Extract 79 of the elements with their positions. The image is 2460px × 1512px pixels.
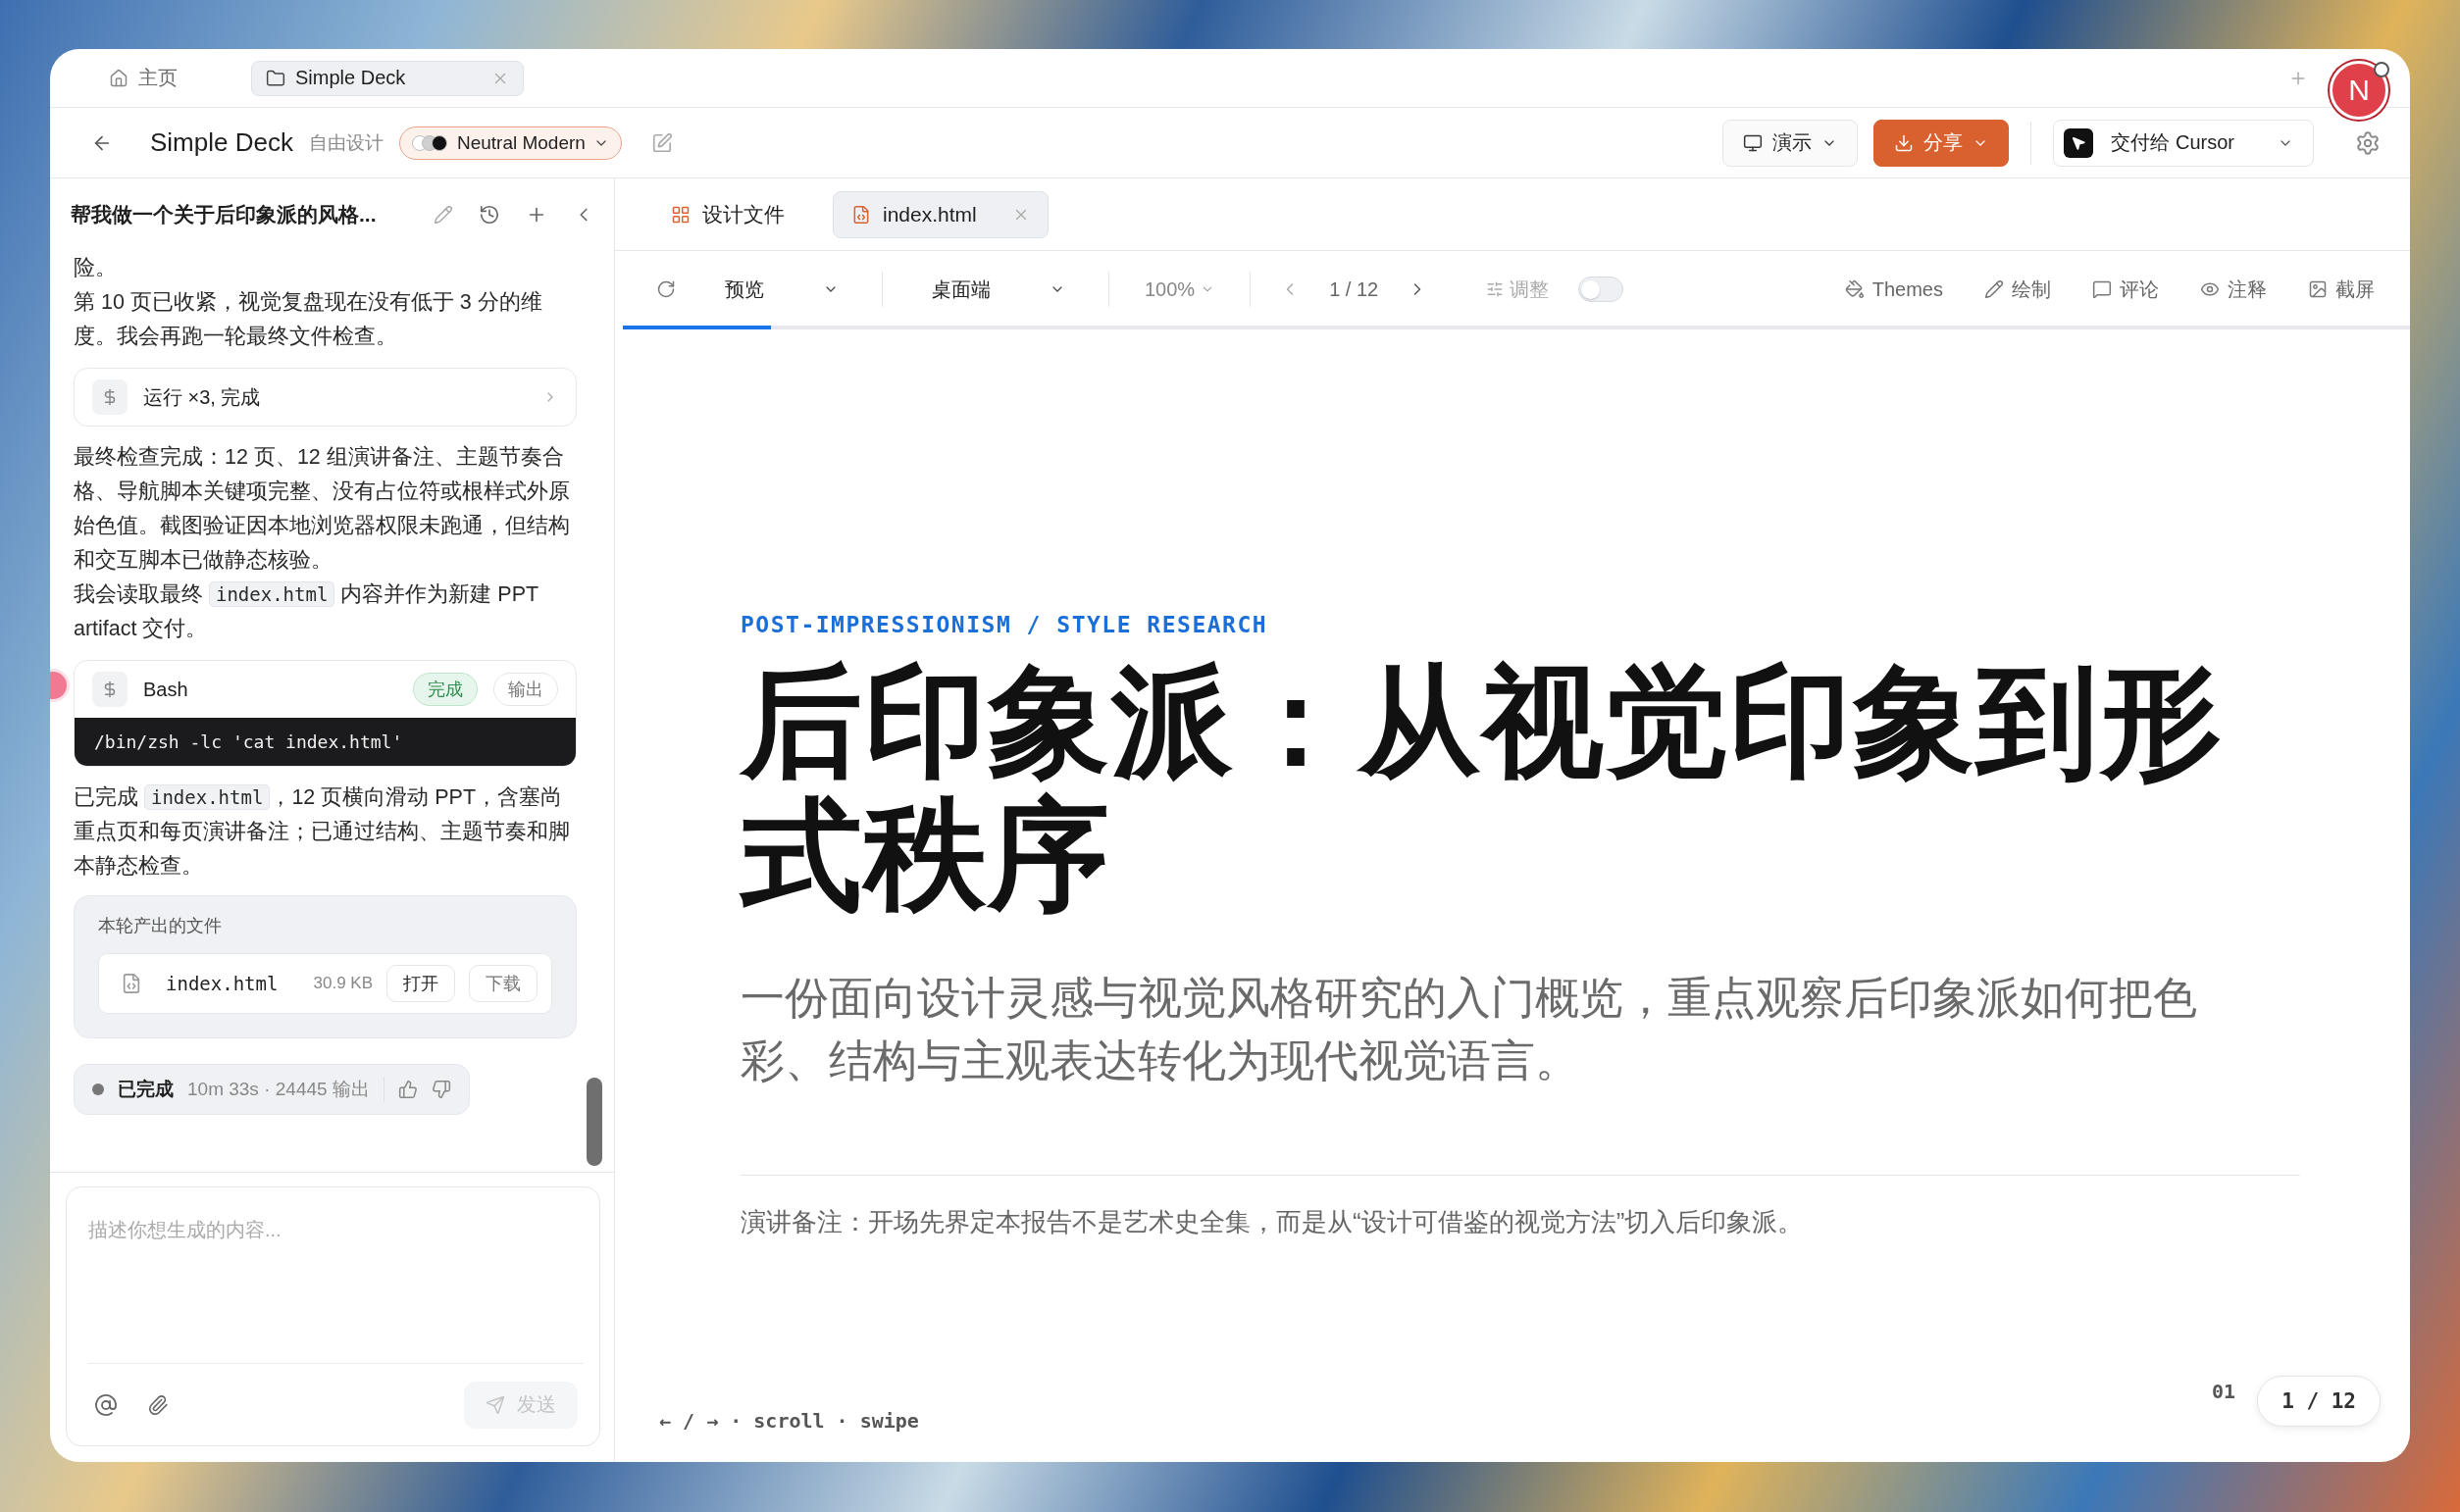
adjust-label: 调整 [1510,277,1550,302]
slide-eyebrow: POST-IMPRESSIONISM / STYLE RESEARCH [741,612,1269,637]
file-code-icon [121,973,142,994]
zoom-dropdown[interactable]: 100% [1139,277,1221,302]
page-counter: 1 / 12 [1329,277,1379,301]
adjust-toggle[interactable] [1578,277,1624,302]
thumbs-down-icon[interactable] [431,1080,451,1099]
image-icon [2308,279,2328,299]
open-button[interactable]: 打开 [386,965,455,1002]
dollar-icon [92,379,128,415]
present-button[interactable]: 演示 [1722,119,1859,167]
files-title: 本轮产出的文件 [98,915,223,937]
status-dot-icon [2374,62,2389,77]
mode-label: 自由设计 [308,130,384,155]
message-text: 险。 [74,255,118,281]
comment-icon [2092,279,2112,299]
home-icon [109,68,128,88]
tab-label: 主页 [138,66,178,90]
at-icon[interactable] [94,1392,118,1417]
file-code-icon [851,204,871,225]
slide-counter: 1 / 12 [2257,1376,2381,1427]
edit-icon[interactable] [650,131,673,154]
message-text: 已完成 index.html ，12 页横向滑动 PPT，含塞尚重点页和每页演讲备注；已通过结构、主题节奏和脚本静态检查。 [74,783,571,880]
status-tag: 完成 [413,673,478,706]
tab-label: Simple Deck [295,67,407,89]
thumbs-up-icon[interactable] [397,1080,418,1099]
tool-call-label: 运行 ×3, 完成 [143,384,262,410]
inline-code: index.html [144,784,271,810]
folder-icon [266,68,285,88]
message-text: 最终检查完成：12 页、12 组演讲备注、主题节奏合格、导航脚本关键项完整、没有占位符或根样式外原始色值。截图验证因本地浏览器权限未跑通，但结构和交互脚本已做静态核验。 [74,444,571,574]
download-icon [1894,132,1915,153]
editor-tab[interactable]: 设计文件 [652,190,803,238]
paperclip-icon[interactable] [147,1393,169,1416]
theme-selector[interactable]: Neutral Modern [398,126,622,160]
sliders-icon [1486,280,1505,298]
tool-name: Bash [143,678,189,701]
toolbar-button[interactable]: 注释 [2194,275,2273,304]
share-button[interactable]: 分享 [1873,119,2010,167]
file-size: 30.9 KB [313,974,373,993]
speaker-notes: 演讲备注：开场先界定本报告不是艺术史全集，而是从“设计可借鉴的视觉方法”切入后印象派。 [741,1175,2300,1239]
project-title: Simple Deck [150,127,293,158]
toolbar-button[interactable]: 评论 [2086,275,2165,304]
send-icon [486,1394,505,1415]
status-meta: 10m 33s · 24445 输出 [187,1077,384,1102]
refresh-icon[interactable] [656,279,676,299]
settings-icon[interactable] [2355,129,2381,156]
output-button[interactable]: 输出 [493,673,558,706]
tab-label: 设计文件 [702,201,785,227]
slide-number: 01 [2211,1380,2235,1403]
download-button[interactable]: 下载 [469,965,538,1002]
user-avatar[interactable]: N [2330,61,2388,120]
window-tab[interactable]: Simple Deck [251,60,524,96]
grid-icon [671,204,691,225]
scrollbar-thumb[interactable] [587,1078,602,1166]
chat-title: 帮我做一个关于后印象派的风格... [71,202,378,227]
status-dot [92,1084,104,1095]
message-text: 我会读取最终 index.html 内容并作为新建 PPT artifact 交付。 [74,580,539,642]
slide-subtitle: 一份面向设计灵感与视觉风格研究的入门概览，重点观察后印象派如何把色彩、结构与主观表达转化为现代视觉语言。 [741,972,2198,1087]
status-label: 已完成 [118,1078,174,1101]
navigation-hint: ← / → · scroll · swipe [659,1409,919,1433]
monitor-icon [1743,132,1764,153]
tab-label: index.html [883,202,977,227]
editor-tab[interactable]: index.html [833,190,1049,238]
toolbar-button[interactable]: 截屏 [2302,275,2381,304]
tool-call-card[interactable]: 运行 ×3, 完成 [74,368,577,427]
window-tab[interactable]: 主页 [94,60,192,96]
paint-bucket-icon [1844,279,1865,299]
slide-headline: 后印象派：从视觉印象到形式秩序 [741,655,2225,922]
file-name: index.html [166,973,280,994]
history-icon[interactable] [479,204,500,226]
eye-icon [2200,279,2220,299]
toolbar-button[interactable]: 绘制 [1978,275,2057,304]
dollar-icon [92,672,128,707]
deliver-button[interactable]: 交付给 Cursor [2053,119,2314,167]
rename-icon[interactable] [434,205,453,225]
pencil-icon [1984,279,2004,299]
toolbar-button[interactable]: Themes [1838,277,1949,302]
message-text: 第 10 页已收紧，视觉复盘现在没有低于 3 分的维度。我会再跑一轮最终文件检查。 [74,289,543,350]
inline-code: index.html [209,581,335,607]
